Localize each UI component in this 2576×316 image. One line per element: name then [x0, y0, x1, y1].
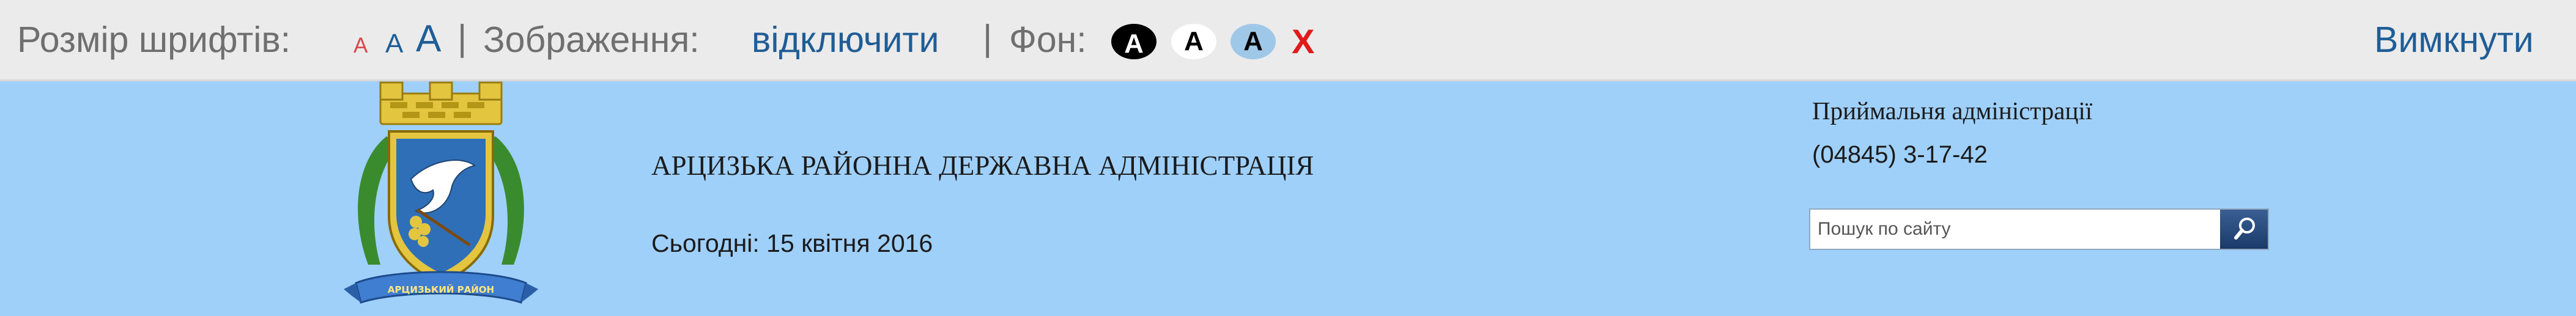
- search-input[interactable]: [1810, 210, 2221, 249]
- font-size-medium-button[interactable]: A: [385, 31, 403, 57]
- font-size-label: Розмір шрифтів:: [17, 20, 291, 60]
- background-white-button[interactable]: A: [1171, 24, 1216, 59]
- toolbar-separator: |: [457, 18, 467, 58]
- coat-of-arms-icon[interactable]: АРЦИЗЬКИЙ РАЙОН: [344, 81, 538, 316]
- background-blue-button[interactable]: A: [1231, 24, 1276, 59]
- reception-phone: (04845) 3-17-42: [1812, 141, 1988, 168]
- background-label: Фон:: [1009, 20, 1087, 60]
- background-reset-button[interactable]: X: [1292, 24, 1314, 59]
- font-size-large-button[interactable]: A: [416, 20, 441, 58]
- site-header: АРЦИЗЬКИЙ РАЙОН АРЦИЗЬКА РАЙОННА ДЕРЖАВН…: [0, 81, 2576, 316]
- accessibility-toolbar: Розмір шрифтів: A A A | Зображення: відк…: [0, 0, 2576, 81]
- current-date: Сьогодні: 15 квітня 2016: [651, 229, 933, 257]
- background-black-button[interactable]: A: [1111, 24, 1157, 59]
- font-size-small-button[interactable]: A: [353, 35, 368, 56]
- emblem-ribbon-text: АРЦИЗЬКИЙ РАЙОН: [388, 284, 494, 295]
- images-disable-link[interactable]: відключити: [752, 22, 939, 58]
- reception-label: Приймальня адміністрації: [1812, 97, 2093, 125]
- accessibility-off-link[interactable]: Вимкнути: [2374, 22, 2534, 58]
- images-label: Зображення:: [483, 20, 700, 60]
- site-title[interactable]: АРЦИЗЬКА РАЙОННА ДЕРЖАВНА АДМІНІСТРАЦІЯ: [651, 152, 1314, 180]
- magnifier-icon: [2234, 218, 2255, 240]
- search-button[interactable]: [2220, 210, 2268, 249]
- search-form: [1809, 208, 2269, 250]
- toolbar-separator: |: [983, 18, 993, 58]
